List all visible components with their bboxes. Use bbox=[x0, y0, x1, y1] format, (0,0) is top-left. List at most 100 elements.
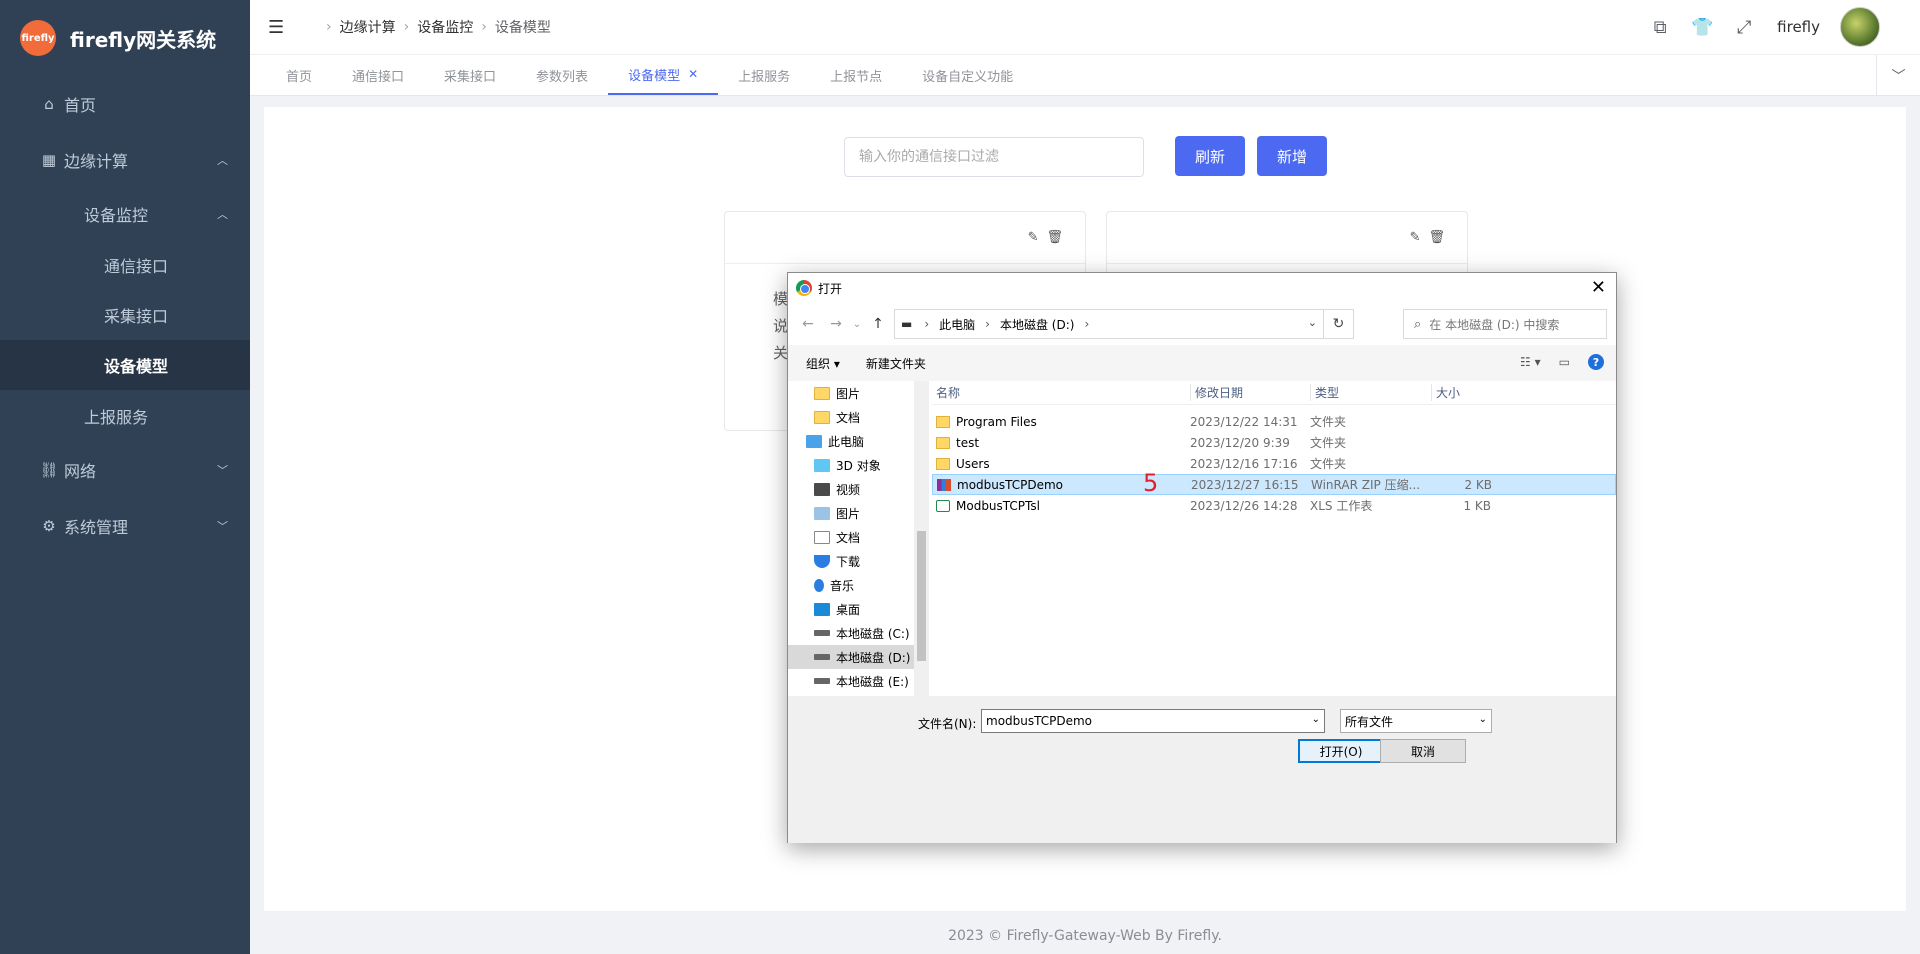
nav-tree-label: 文档 bbox=[836, 410, 861, 425]
column-size[interactable]: 大小 bbox=[1431, 384, 1491, 401]
chevron-down-icon[interactable]: ⌄ bbox=[1312, 714, 1320, 725]
file-row[interactable]: test 2023/12/20 9:39 文件夹 bbox=[932, 432, 1616, 453]
nav-tree-label: 本地磁盘 (C:) bbox=[836, 626, 910, 641]
tab-comm-interface[interactable]: 通信接口 bbox=[332, 55, 424, 95]
column-date[interactable]: 修改日期 bbox=[1190, 384, 1310, 401]
organize-button[interactable]: 组织 ▾ bbox=[806, 355, 840, 372]
app-logo-area: firefly firefly网关系统 bbox=[0, 0, 250, 76]
file-row[interactable]: ModbusTCPTsl 2023/12/26 14:28 XLS 工作表 1 KB bbox=[932, 495, 1616, 516]
edit-icon[interactable]: ✎ bbox=[1028, 230, 1039, 245]
file-row[interactable]: Program Files 2023/12/22 14:31 文件夹 bbox=[932, 411, 1616, 432]
network-icon: ⛓ bbox=[39, 461, 59, 479]
nav-tree-item[interactable]: 图片 bbox=[788, 501, 914, 525]
add-button[interactable]: 新增 bbox=[1257, 136, 1327, 176]
file-row[interactable]: modbusTCPDemo 2023/12/27 16:15 WinRAR ZIP … bbox=[932, 469, 1616, 497]
dialog-body: 图片 文档 此电脑 3D 对象 视频 图片 文档 下载 音乐 桌面 本地磁盘 (C:) 本地磁盘 (D… bbox=[788, 381, 1616, 696]
chevron-down-icon: ﹀ bbox=[217, 464, 228, 477]
translate-icon[interactable]: ⧉ bbox=[1649, 16, 1671, 38]
delete-icon[interactable]: 🗑 bbox=[1428, 230, 1445, 245]
tab-home[interactable]: 首页 bbox=[266, 55, 332, 95]
tab-report-node[interactable]: 上报节点 bbox=[810, 55, 902, 95]
menu-device-model[interactable]: 设备模型 bbox=[0, 340, 250, 390]
delete-icon[interactable]: 🗑 bbox=[1046, 230, 1063, 245]
close-icon[interactable]: ✕ bbox=[1591, 277, 1606, 298]
address-crumb[interactable]: 本地磁盘 (D:) bbox=[1000, 316, 1074, 333]
nav-tree-item[interactable]: 3D 对象 bbox=[788, 453, 914, 477]
new-folder-button[interactable]: 新建文件夹 bbox=[866, 355, 926, 372]
nav-tree-label: 桌面 bbox=[836, 602, 861, 617]
avatar[interactable] bbox=[1840, 7, 1880, 47]
menu-system[interactable]: ⚙ 系统管理 ﹀ bbox=[0, 498, 250, 554]
nav-tree-item[interactable]: 本地磁盘 (D:) bbox=[788, 645, 914, 669]
chevron-down-icon[interactable]: ⌄ bbox=[1308, 316, 1317, 329]
tab-custom-function[interactable]: 设备自定义功能 bbox=[902, 55, 1033, 95]
refresh-icon[interactable]: ↻ bbox=[1323, 309, 1353, 339]
address-box[interactable]: ▬ › 此电脑 › 本地磁盘 (D:) › ⌄ ↻ bbox=[894, 309, 1354, 339]
breadcrumb: › 边缘计算 › 设备监控 › 设备模型 bbox=[318, 17, 551, 37]
chevron-down-icon[interactable]: ﹀ bbox=[1876, 55, 1920, 96]
nav-tree-item[interactable]: 文档 bbox=[788, 525, 914, 549]
cancel-button[interactable]: 取消 bbox=[1380, 739, 1466, 763]
nav-tree-item[interactable]: 本地磁盘 (E:) bbox=[788, 669, 914, 693]
dl-icon bbox=[814, 554, 830, 568]
breadcrumb-item[interactable]: 边缘计算 bbox=[340, 17, 396, 37]
file-type: 文件夹 bbox=[1310, 436, 1347, 450]
view-options-icon[interactable]: ☷ ▾ bbox=[1520, 355, 1541, 369]
theme-shirt-icon[interactable]: 👕 bbox=[1691, 16, 1713, 38]
menu-network[interactable]: ⛓ 网络 ﹀ bbox=[0, 442, 250, 498]
filetype-select[interactable]: 所有文件 ⌄ bbox=[1340, 709, 1492, 733]
open-button[interactable]: 打开(O) bbox=[1298, 739, 1384, 763]
menu-edge-computing[interactable]: ▦ 边缘计算 ︿ bbox=[0, 132, 250, 188]
chevron-down-icon: ⌄ bbox=[1478, 714, 1487, 725]
tab-label: 参数列表 bbox=[536, 69, 589, 85]
menu-collect-interface[interactable]: 采集接口 bbox=[0, 290, 250, 340]
vid-icon bbox=[814, 482, 830, 496]
file-date: 2023/12/22 14:31 bbox=[1190, 414, 1298, 429]
nav-tree-item[interactable]: 本地磁盘 (C:) bbox=[788, 621, 914, 645]
nav-tree-item[interactable]: 视频 bbox=[788, 477, 914, 501]
username[interactable]: firefly bbox=[1777, 18, 1820, 36]
hamburger-icon[interactable]: ☰ bbox=[268, 17, 288, 38]
desk-icon bbox=[814, 602, 830, 616]
nav-tree-item[interactable]: 音乐 bbox=[788, 573, 914, 597]
up-arrow-icon[interactable]: ↑ bbox=[864, 316, 892, 332]
navigation-scrollbar[interactable] bbox=[914, 381, 929, 696]
fullscreen-icon[interactable]: ⤢ bbox=[1733, 16, 1755, 38]
menu-comm-interface[interactable]: 通信接口 bbox=[0, 240, 250, 290]
column-type[interactable]: 类型 bbox=[1310, 384, 1431, 401]
tab-collect-interface[interactable]: 采集接口 bbox=[424, 55, 516, 95]
menu-report-service[interactable]: 上报服务 bbox=[0, 390, 250, 442]
menu-device-monitor[interactable]: 设备监控 ︿ bbox=[0, 188, 250, 240]
preview-pane-icon[interactable]: ▭ bbox=[1559, 355, 1570, 369]
nav-tree-item[interactable]: 桌面 bbox=[788, 597, 914, 621]
edit-icon[interactable]: ✎ bbox=[1410, 230, 1421, 245]
back-arrow-icon[interactable]: ← bbox=[794, 316, 822, 332]
nav-tree-item[interactable]: firefly (\\sshfs.r bbox=[788, 693, 914, 696]
nav-tree-item[interactable]: 此电脑 bbox=[788, 429, 914, 453]
tab-param-list[interactable]: 参数列表 bbox=[516, 55, 608, 95]
forward-arrow-icon[interactable]: → bbox=[822, 316, 850, 332]
address-crumb[interactable]: 此电脑 bbox=[939, 316, 975, 333]
filter-input[interactable] bbox=[844, 137, 1144, 177]
breadcrumb-item[interactable]: 设备监控 bbox=[417, 17, 473, 37]
close-icon[interactable]: ✕ bbox=[688, 67, 698, 81]
breadcrumb-separator: › bbox=[403, 19, 410, 35]
column-name[interactable]: 名称 bbox=[932, 384, 1190, 401]
refresh-button[interactable]: 刷新 bbox=[1175, 136, 1245, 176]
open-file-dialog: 打开 ✕ ← → ⌄ ↑ ▬ › 此电脑 › 本地磁盘 (D:) › ⌄ ↻ ⌕… bbox=[787, 272, 1617, 843]
search-input[interactable]: ⌕ 在 本地磁盘 (D:) 中搜索 bbox=[1403, 309, 1607, 339]
file-name-cell: ModbusTCPTsl bbox=[932, 499, 1190, 513]
help-icon[interactable]: ? bbox=[1588, 354, 1604, 370]
file-row[interactable]: Users 2023/12/16 17:16 文件夹 bbox=[932, 453, 1616, 474]
xls-icon bbox=[936, 499, 950, 512]
nav-tree-item[interactable]: 文档 bbox=[788, 405, 914, 429]
dialog-titlebar: 打开 ✕ bbox=[788, 273, 1616, 303]
nav-tree-item[interactable]: 图片 bbox=[788, 381, 914, 405]
tab-device-model[interactable]: 设备模型 ✕ bbox=[608, 55, 719, 95]
nav-tree-item[interactable]: 下载 bbox=[788, 549, 914, 573]
recent-chevron-icon[interactable]: ⌄ bbox=[850, 319, 864, 330]
filename-input[interactable]: modbusTCPDemo ⌄ bbox=[981, 709, 1325, 733]
menu-home[interactable]: ⌂ 首页 bbox=[0, 76, 250, 132]
scrollbar-thumb[interactable] bbox=[917, 531, 926, 661]
tab-report-service[interactable]: 上报服务 bbox=[718, 55, 810, 95]
